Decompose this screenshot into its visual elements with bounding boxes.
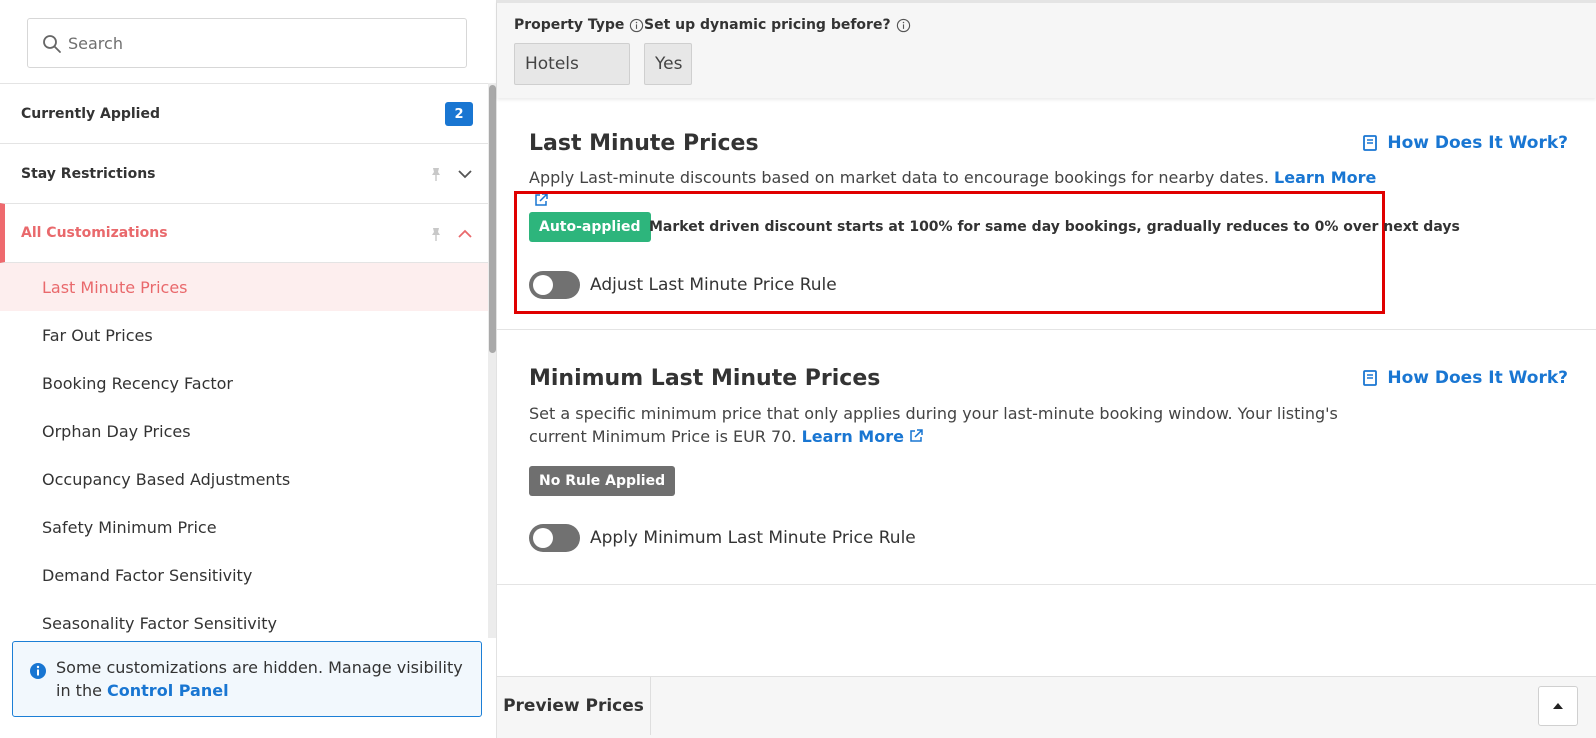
info-outline-icon[interactable]	[896, 18, 911, 33]
property-type-field: Property Type Hotels	[514, 17, 644, 85]
dynamic-pricing-field: Set up dynamic pricing before? Yes	[644, 17, 911, 85]
chevron-up-icon[interactable]	[457, 226, 473, 242]
caret-up-icon	[1553, 703, 1563, 709]
main-content: Property Type Hotels Set up dynamic pric…	[497, 0, 1596, 738]
property-type-label: Property Type	[514, 17, 625, 33]
sidebar-item-safety-minimum-price[interactable]: Safety Minimum Price	[0, 503, 488, 551]
info-outline-icon[interactable]	[629, 18, 644, 33]
section-label: All Customizations	[21, 225, 168, 241]
dynamic-pricing-label: Set up dynamic pricing before?	[644, 17, 891, 33]
applied-count-badge: 2	[445, 102, 473, 126]
sidebar-item-demand-factor-sensitivity[interactable]: Demand Factor Sensitivity	[0, 551, 488, 599]
sidebar-item-occupancy-based-adjustments[interactable]: Occupancy Based Adjustments	[0, 455, 488, 503]
scroll-to-top-button[interactable]	[1538, 686, 1578, 726]
bottom-bar: Preview Prices	[497, 676, 1596, 738]
filter-panel: Property Type Hotels Set up dynamic pric…	[497, 0, 1596, 98]
control-panel-link[interactable]: Control Panel	[107, 681, 229, 700]
scrollbar-thumb[interactable]	[489, 85, 496, 353]
section-label: Currently Applied	[21, 105, 160, 122]
search-box[interactable]	[27, 18, 467, 68]
customization-list: Currently Applied 2 Stay Restrictions Al…	[0, 83, 488, 638]
book-icon	[1363, 370, 1378, 386]
search-input[interactable]	[28, 19, 466, 67]
search-icon	[43, 35, 61, 53]
sidebar-item-last-minute-prices[interactable]: Last Minute Prices	[0, 263, 488, 311]
external-link-icon	[910, 429, 923, 442]
how-does-it-work-link[interactable]: How Does It Work?	[1361, 368, 1568, 388]
pin-icon[interactable]	[428, 226, 444, 242]
sidebar-item-seasonality-factor-sensitivity[interactable]: Seasonality Factor Sensitivity	[0, 599, 488, 638]
sidebar-item-orphan-day-prices[interactable]: Orphan Day Prices	[0, 407, 488, 455]
adjust-rule-toggle-row[interactable]: Adjust Last Minute Price Rule	[529, 271, 837, 299]
preview-prices-button[interactable]: Preview Prices	[497, 677, 651, 735]
section-stay-restrictions[interactable]: Stay Restrictions	[0, 143, 488, 203]
sidebar-item-booking-recency-factor[interactable]: Booking Recency Factor	[0, 359, 488, 407]
dynamic-pricing-select[interactable]: Yes	[644, 43, 692, 85]
hidden-customizations-notice: Some customizations are hidden. Manage v…	[12, 641, 482, 717]
book-icon	[1363, 135, 1378, 151]
sidebar: Currently Applied 2 Stay Restrictions Al…	[0, 0, 497, 738]
section-all-customizations[interactable]: All Customizations	[0, 203, 488, 263]
section-label: Stay Restrictions	[21, 165, 156, 182]
section-description: Set a specific minimum price that only a…	[529, 404, 1338, 446]
auto-applied-description: Market driven discount starts at 100% fo…	[649, 219, 1460, 235]
apply-rule-toggle-row[interactable]: Apply Minimum Last Minute Price Rule	[529, 524, 916, 552]
pin-icon[interactable]	[428, 166, 444, 182]
info-icon	[30, 663, 46, 679]
section-currently-applied[interactable]: Currently Applied 2	[0, 83, 488, 143]
section-title: Last Minute Prices	[529, 131, 759, 156]
adjust-rule-toggle[interactable]	[529, 271, 580, 299]
chevron-down-icon[interactable]	[457, 166, 473, 182]
toggle-label: Adjust Last Minute Price Rule	[590, 275, 837, 295]
auto-applied-badge: Auto-applied	[529, 212, 651, 242]
apply-rule-toggle[interactable]	[529, 524, 580, 552]
how-does-it-work-link[interactable]: How Does It Work?	[1361, 133, 1568, 153]
learn-more-link[interactable]: Learn More	[802, 427, 924, 446]
minimum-last-minute-prices-section: Minimum Last Minute Prices How Does It W…	[497, 330, 1596, 585]
section-title: Minimum Last Minute Prices	[529, 366, 881, 391]
no-rule-applied-badge: No Rule Applied	[529, 466, 676, 496]
toggle-label: Apply Minimum Last Minute Price Rule	[590, 528, 916, 548]
property-type-select[interactable]: Hotels	[514, 43, 630, 85]
sidebar-item-far-out-prices[interactable]: Far Out Prices	[0, 311, 488, 359]
